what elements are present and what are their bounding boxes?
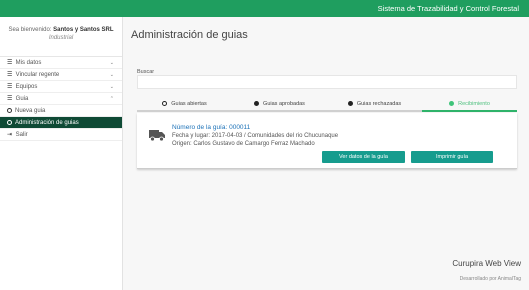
footer-brand: Curupira Web View — [452, 259, 521, 268]
sidebar-item-vincular-regente[interactable]: ☰ Vincular regente ⌄ — [0, 69, 122, 81]
sidebar-item-mis-datos[interactable]: ☰ Mis datos ⌄ — [0, 57, 122, 69]
list-icon: ☰ — [7, 84, 13, 90]
sidebar-item-label: Administración de guias — [15, 120, 79, 126]
list-icon: ☰ — [7, 96, 13, 102]
tab-guias-abiertas[interactable]: Guias abiertas — [137, 98, 232, 112]
guide-card: Número de la guía: 000011 Fecha y lugar:… — [137, 113, 517, 169]
circle-icon — [7, 119, 12, 125]
guide-date-place: Fecha y lugar: 2017-04-03 / Comunidades … — [172, 133, 339, 139]
sidebar-item-guia[interactable]: ☰ Guia ⌃ — [0, 93, 122, 105]
sidebar-item-label: Salir — [15, 132, 28, 138]
welcome-box: Sea bienvenido: Santos y Santos SRL Indu… — [0, 17, 122, 57]
sidebar-item-label: Guia — [15, 96, 29, 102]
sidebar-item-equipos[interactable]: ☰ Equipos ⌄ — [0, 81, 122, 93]
view-guide-button[interactable]: Ver datos de la guía — [322, 151, 405, 163]
check-circle-icon — [254, 100, 260, 106]
tab-recibimiento[interactable]: Recibimiento — [422, 98, 517, 112]
guide-tabs: Guias abiertas Guias aprobadas Guias rec… — [137, 98, 517, 112]
main-content: Administración de guias Buscar Guias abi… — [123, 17, 529, 290]
search-input[interactable] — [137, 75, 517, 89]
user-role: Industrial — [48, 35, 74, 41]
sidebar-item-nueva-guia[interactable]: Nueva guia — [0, 105, 122, 117]
chevron-down-icon: ⌄ — [109, 84, 114, 90]
tab-guias-rechazadas[interactable]: Guias rechazadas — [327, 98, 422, 112]
guide-origin: Origen: Carlos Gustavo de Camargo Ferraz… — [172, 141, 315, 147]
chevron-down-icon: ⌄ — [109, 60, 114, 66]
footer-developer: Desarrollado por AnimalTag — [459, 276, 521, 282]
list-icon: ☰ — [7, 72, 13, 78]
tab-label: Guias abiertas — [171, 101, 207, 107]
top-bar: Sistema de Trazabilidad y Control Forest… — [0, 0, 529, 17]
circle-outline-icon — [162, 100, 168, 106]
dot-icon — [449, 100, 455, 106]
sidebar-item-salir[interactable]: ⇥ Salir — [0, 129, 122, 141]
truck-icon — [149, 130, 165, 142]
sidebar-item-label: Nueva guia — [15, 108, 46, 114]
circle-icon — [7, 107, 12, 113]
welcome-prefix: Sea bienvenido: — [8, 27, 52, 33]
print-guide-button[interactable]: Imprimir guía — [411, 151, 493, 163]
tab-guias-aprobadas[interactable]: Guias aprobadas — [232, 98, 327, 112]
app-title: Sistema de Trazabilidad y Control Forest… — [377, 4, 519, 13]
chevron-down-icon: ⌄ — [109, 72, 114, 78]
exit-icon: ⇥ — [7, 132, 13, 138]
chevron-up-icon: ⌃ — [109, 96, 114, 102]
guide-number-link[interactable]: Número de la guía: 000011 — [172, 124, 250, 131]
sidebar: Sea bienvenido: Santos y Santos SRL Indu… — [0, 17, 123, 290]
tab-label: Guias aprobadas — [263, 101, 305, 107]
sidebar-item-label: Vincular regente — [15, 72, 60, 78]
sidebar-item-label: Mis datos — [15, 60, 42, 66]
page-title: Administración de guias — [131, 29, 248, 41]
sidebar-item-administracion-guias[interactable]: Administración de guias — [0, 117, 122, 129]
tab-label: Recibimiento — [458, 101, 490, 107]
tab-label: Guias rechazadas — [356, 101, 402, 107]
sidebar-item-label: Equipos — [15, 84, 38, 90]
list-icon: ☰ — [7, 60, 13, 66]
user-name: Santos y Santos SRL — [53, 27, 114, 33]
exclamation-circle-icon — [347, 100, 353, 106]
